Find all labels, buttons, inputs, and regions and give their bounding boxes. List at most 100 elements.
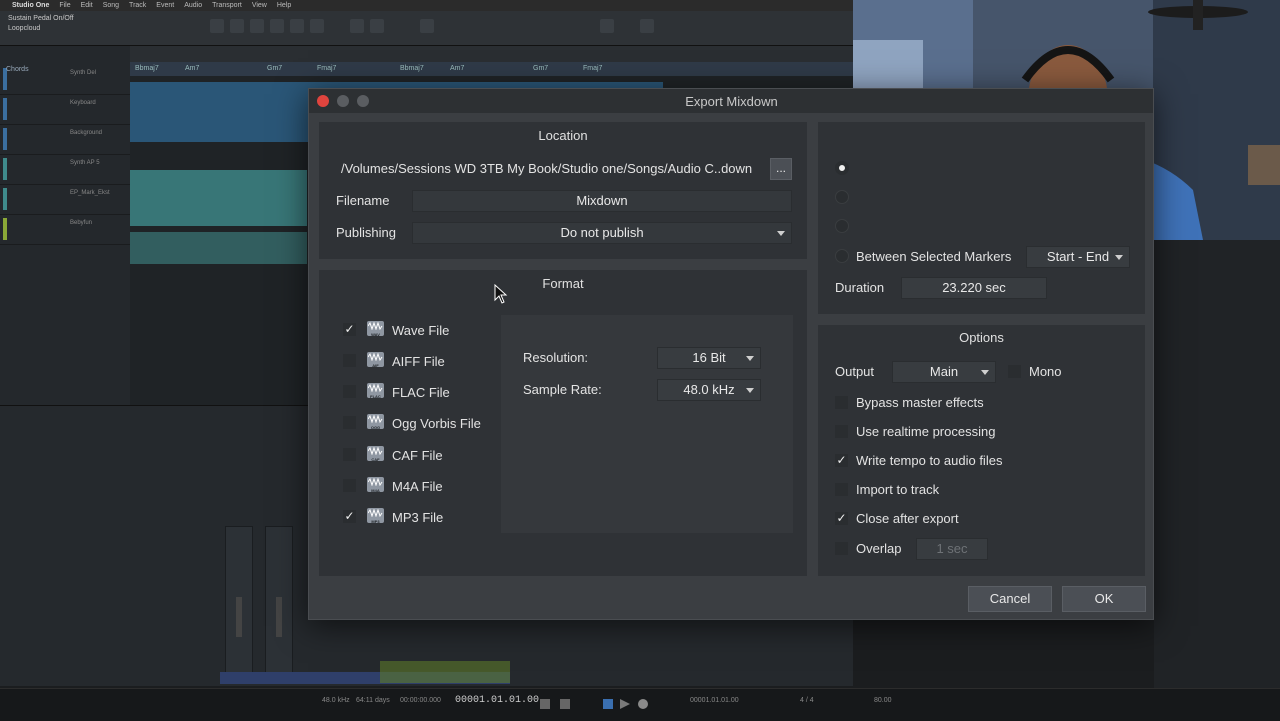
- mute-tool-icon[interactable]: [310, 19, 324, 33]
- track-row[interactable]: EP_Mark_Ekst: [0, 184, 130, 215]
- import-track-label[interactable]: Import to track: [856, 482, 939, 497]
- timecode-display[interactable]: 00001.01.01.00: [455, 695, 539, 706]
- options-title: Options: [959, 330, 1004, 345]
- m4a-checkbox[interactable]: [343, 479, 356, 492]
- bend-tool-icon[interactable]: [350, 19, 364, 33]
- track-color: [3, 218, 7, 240]
- menu-event[interactable]: Event: [156, 2, 174, 9]
- arrow-tool-icon[interactable]: [210, 19, 224, 33]
- aiff-file-label[interactable]: AIFF File: [392, 354, 445, 369]
- fast-forward-icon[interactable]: [560, 699, 570, 709]
- ogg-checkbox[interactable]: [343, 416, 356, 429]
- resolution-select[interactable]: 16 Bit: [657, 347, 761, 369]
- menu-edit[interactable]: Edit: [81, 2, 93, 9]
- paint-tool-icon[interactable]: [290, 19, 304, 33]
- export-path[interactable]: /Volumes/Sessions WD 3TB My Book/Studio …: [341, 161, 752, 176]
- range-radio-selected[interactable]: [835, 161, 849, 175]
- close-after-export-checkbox[interactable]: ✓: [835, 512, 848, 525]
- between-markers-radio[interactable]: [835, 249, 849, 263]
- dialog-titlebar[interactable]: Export Mixdown: [309, 89, 1153, 113]
- publishing-select[interactable]: Do not publish: [412, 222, 792, 244]
- flac-file-icon: FLAC: [367, 383, 384, 399]
- volume-fader[interactable]: [276, 597, 282, 637]
- location-title: Location: [538, 128, 588, 143]
- sample-rate-select[interactable]: 48.0 kHz: [657, 379, 761, 401]
- track-name: EP_Mark_Ekst: [70, 190, 110, 196]
- chevron-down-icon: [746, 356, 754, 361]
- menu-audio[interactable]: Audio: [184, 2, 202, 9]
- browser-panel: [1154, 240, 1280, 688]
- mixer-channel[interactable]: [265, 526, 293, 678]
- menu-song[interactable]: Song: [103, 2, 119, 9]
- wave-file-label[interactable]: Wave File: [392, 323, 449, 338]
- overlap-label[interactable]: Overlap: [856, 541, 902, 556]
- track-color: [3, 128, 7, 150]
- menu-view[interactable]: View: [252, 2, 267, 9]
- bypass-master-label[interactable]: Bypass master effects: [856, 395, 984, 410]
- flac-checkbox[interactable]: [343, 385, 356, 398]
- audio-clip[interactable]: [130, 170, 307, 226]
- publishing-value: Do not publish: [560, 225, 644, 240]
- markers-select[interactable]: Start - End: [1026, 246, 1130, 268]
- caf-file-label[interactable]: CAF File: [392, 448, 443, 463]
- range-radio[interactable]: [835, 190, 849, 204]
- ok-button[interactable]: OK: [1062, 586, 1146, 612]
- overlap-input[interactable]: 1 sec: [916, 538, 988, 560]
- record-icon[interactable]: [638, 699, 648, 709]
- between-markers-label[interactable]: Between Selected Markers: [856, 249, 1011, 264]
- chord-mark: Gm7: [533, 65, 549, 72]
- aiff-checkbox[interactable]: [343, 354, 356, 367]
- menu-app[interactable]: Studio One: [12, 2, 49, 9]
- chevron-down-icon: [981, 370, 989, 375]
- write-tempo-label[interactable]: Write tempo to audio files: [856, 453, 1002, 468]
- track-row[interactable]: Synth AP 5: [0, 154, 130, 185]
- chevron-down-icon: [1115, 255, 1123, 260]
- listen-tool-icon[interactable]: [370, 19, 384, 33]
- menu-help[interactable]: Help: [277, 2, 291, 9]
- close-after-export-label[interactable]: Close after export: [856, 511, 959, 526]
- track-row[interactable]: Bebyfun: [0, 214, 130, 245]
- caf-checkbox[interactable]: [343, 448, 356, 461]
- snap-icon[interactable]: [420, 19, 434, 33]
- m4a-file-label[interactable]: M4A File: [392, 479, 443, 494]
- ogg-file-icon: OGG: [367, 414, 384, 430]
- track-row[interactable]: Keyboard: [0, 94, 130, 125]
- range-radio[interactable]: [835, 219, 849, 233]
- menu-track[interactable]: Track: [129, 2, 146, 9]
- flac-file-label[interactable]: FLAC File: [392, 385, 450, 400]
- browse-button[interactable]: ...: [770, 158, 792, 180]
- audio-clip[interactable]: [130, 232, 307, 264]
- filename-input[interactable]: Mixdown: [412, 190, 792, 212]
- output-select[interactable]: Main: [892, 361, 996, 383]
- menu-file[interactable]: File: [59, 2, 70, 9]
- bypass-master-checkbox[interactable]: [835, 396, 848, 409]
- track-row[interactable]: Background: [0, 124, 130, 155]
- mp3-file-label[interactable]: MP3 File: [392, 510, 443, 525]
- mixer-channel[interactable]: [225, 526, 253, 678]
- cancel-button[interactable]: Cancel: [968, 586, 1052, 612]
- overlap-checkbox[interactable]: [835, 542, 848, 555]
- volume-fader[interactable]: [236, 597, 242, 637]
- wave-checkbox[interactable]: ✓: [343, 323, 356, 336]
- options-panel: Options Output Main Mono Bypass master e…: [818, 325, 1145, 576]
- eraser-tool-icon[interactable]: [270, 19, 284, 33]
- menu-transport[interactable]: Transport: [212, 2, 242, 9]
- write-tempo-checkbox[interactable]: ✓: [835, 454, 848, 467]
- play-icon[interactable]: [620, 699, 630, 709]
- signature-readout: 4 / 4: [800, 697, 814, 704]
- channel-meter: [380, 661, 510, 683]
- mono-checkbox[interactable]: [1008, 365, 1021, 378]
- edit-view-icon[interactable]: [600, 19, 614, 33]
- ogg-file-label[interactable]: Ogg Vorbis File: [392, 416, 481, 431]
- mix-view-icon[interactable]: [640, 19, 654, 33]
- realtime-checkbox[interactable]: [835, 425, 848, 438]
- mono-label[interactable]: Mono: [1029, 364, 1062, 379]
- rewind-icon[interactable]: [540, 699, 550, 709]
- realtime-label[interactable]: Use realtime processing: [856, 424, 995, 439]
- timeline-ruler[interactable]: [130, 46, 853, 63]
- loop-icon[interactable]: [603, 699, 613, 709]
- mp3-checkbox[interactable]: ✓: [343, 510, 356, 523]
- split-tool-icon[interactable]: [250, 19, 264, 33]
- import-track-checkbox[interactable]: [835, 483, 848, 496]
- range-tool-icon[interactable]: [230, 19, 244, 33]
